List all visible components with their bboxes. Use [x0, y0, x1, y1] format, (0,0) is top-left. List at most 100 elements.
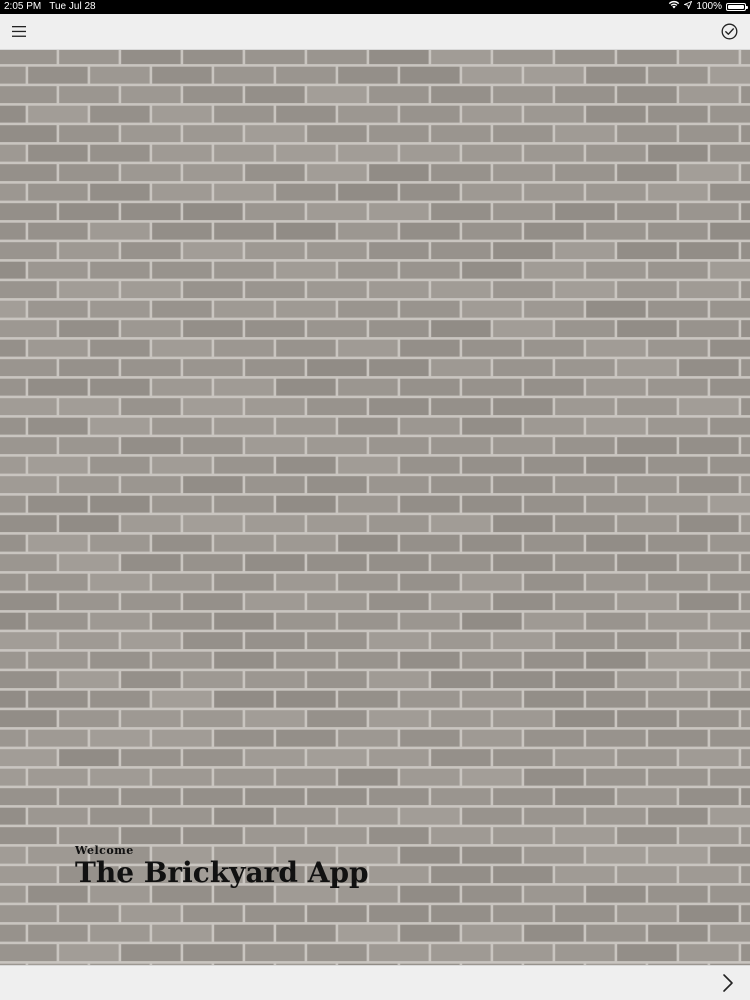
brick — [245, 944, 305, 962]
brick — [617, 203, 677, 221]
brick — [307, 281, 367, 299]
brick — [431, 710, 491, 728]
brick — [400, 222, 460, 240]
brick — [462, 222, 522, 240]
brick — [710, 651, 750, 669]
brick — [679, 788, 739, 806]
brick — [741, 905, 750, 923]
brick — [462, 729, 522, 747]
brick — [214, 183, 274, 201]
app-title: The Brickyard App — [75, 856, 369, 889]
brick — [307, 203, 367, 221]
brick — [648, 66, 708, 84]
brick — [679, 398, 739, 416]
brick — [121, 788, 181, 806]
brick — [59, 281, 119, 299]
brick — [617, 944, 677, 962]
brick — [524, 534, 584, 552]
brick — [214, 534, 274, 552]
brick — [648, 183, 708, 201]
brick — [121, 164, 181, 182]
brick — [59, 905, 119, 923]
brick — [152, 144, 212, 162]
brick — [586, 339, 646, 357]
brick — [369, 281, 429, 299]
brick — [245, 593, 305, 611]
brick — [741, 86, 750, 104]
brick — [555, 320, 615, 338]
brick — [586, 729, 646, 747]
brick — [586, 612, 646, 630]
brick — [338, 144, 398, 162]
brick — [710, 690, 750, 708]
brick — [741, 359, 750, 377]
brick — [152, 807, 212, 825]
brick — [462, 417, 522, 435]
brick — [679, 203, 739, 221]
brick — [431, 320, 491, 338]
brick — [400, 846, 460, 864]
brick — [431, 593, 491, 611]
bottom-bar — [0, 965, 750, 1000]
brick — [0, 866, 57, 884]
brick — [586, 378, 646, 396]
brick — [307, 437, 367, 455]
brick — [0, 632, 57, 650]
brick — [710, 66, 750, 84]
brick — [400, 885, 460, 903]
brick — [214, 651, 274, 669]
done-button[interactable] — [716, 18, 742, 44]
brick — [369, 593, 429, 611]
wifi-icon — [668, 0, 680, 14]
brick — [152, 729, 212, 747]
brick — [679, 827, 739, 845]
menu-button[interactable] — [6, 18, 32, 44]
brick — [338, 573, 398, 591]
brick — [276, 183, 336, 201]
brick — [0, 398, 57, 416]
brick — [555, 476, 615, 494]
brick — [648, 222, 708, 240]
brick — [555, 593, 615, 611]
brick — [152, 183, 212, 201]
brick — [307, 554, 367, 572]
brick — [524, 690, 584, 708]
brick — [59, 50, 119, 65]
brick — [710, 768, 750, 786]
brick — [679, 632, 739, 650]
brick — [59, 944, 119, 962]
brick — [431, 515, 491, 533]
next-button[interactable] — [716, 971, 740, 995]
brick — [431, 164, 491, 182]
brick — [0, 359, 57, 377]
brick — [431, 50, 491, 65]
brick — [710, 729, 750, 747]
brick — [462, 261, 522, 279]
brick — [0, 924, 26, 942]
brick — [90, 651, 150, 669]
brick — [431, 203, 491, 221]
brick — [183, 476, 243, 494]
brick — [369, 788, 429, 806]
brick — [648, 651, 708, 669]
brick — [276, 924, 336, 942]
brick — [648, 495, 708, 513]
brick — [28, 261, 88, 279]
brick — [462, 612, 522, 630]
brick — [0, 50, 57, 65]
brick — [0, 905, 57, 923]
brick — [0, 300, 26, 318]
brick — [555, 359, 615, 377]
brick — [0, 183, 26, 201]
brick — [400, 612, 460, 630]
brick — [586, 573, 646, 591]
brick — [276, 378, 336, 396]
brick — [0, 437, 57, 455]
brick — [524, 144, 584, 162]
brick — [121, 632, 181, 650]
brick — [0, 378, 26, 396]
brick — [741, 164, 750, 182]
brick — [90, 222, 150, 240]
brick — [152, 651, 212, 669]
brick — [369, 437, 429, 455]
